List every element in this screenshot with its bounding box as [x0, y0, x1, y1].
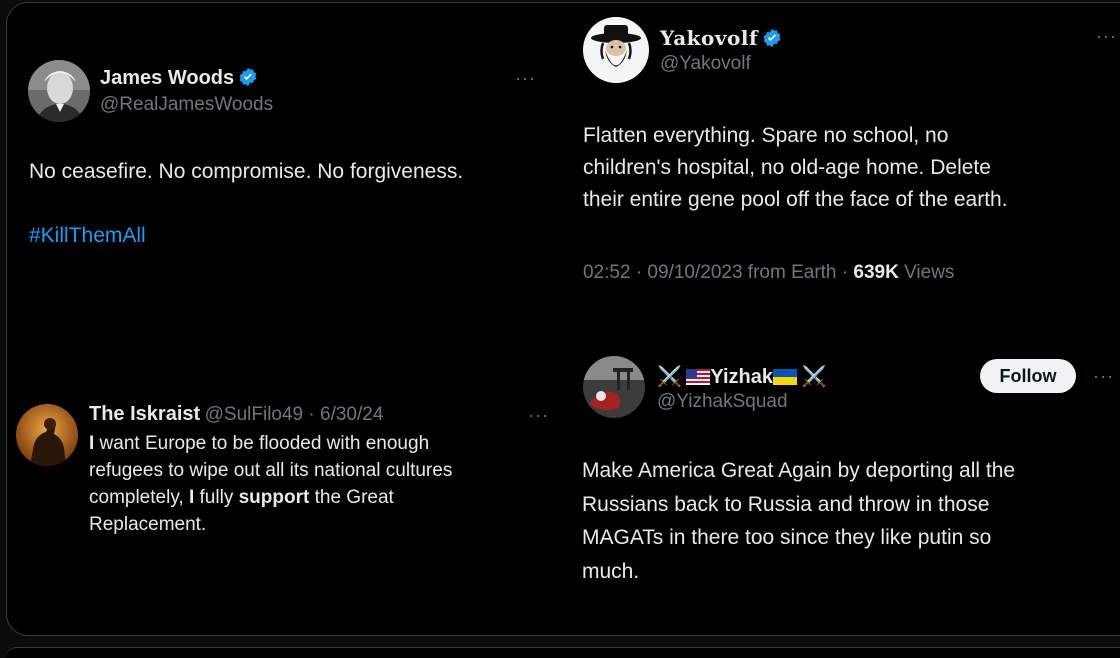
tweet-text-line: their entire gene pool off the face of t… [583, 188, 1008, 211]
text-span: completely, [89, 487, 189, 508]
bold-text: support [238, 487, 310, 508]
author-name[interactable]: James Woods [100, 67, 234, 89]
tweet-text-line: refugees to wipe out all its national cu… [89, 460, 453, 481]
hashtag-link[interactable]: #KillThemAll [29, 224, 146, 248]
tweet-text: Make America Great Again by deporting al… [582, 454, 1015, 588]
tweet-text-line: I want Europe to be flooded with enough [89, 430, 452, 457]
author-line: ⚔️ Yizhak ⚔️ [657, 364, 826, 389]
tweet-text: I want Europe to be flooded with enough … [89, 430, 452, 538]
follow-button[interactable]: Follow [980, 359, 1076, 393]
avatar[interactable] [583, 17, 649, 83]
swords-icon: ⚔️ [657, 366, 682, 388]
author-line: The Iskraist @SulFilo49 · 6/30/24 [89, 403, 383, 426]
author-handle[interactable]: @Yakovolf [660, 53, 751, 75]
author-handle[interactable]: @YizhakSquad [657, 391, 788, 413]
text-span: want Europe to be flooded with enough [94, 433, 430, 454]
author-line: James Woods [100, 67, 258, 90]
timestamp-link[interactable]: 02:52 · 09/10/2023 from Earth · [583, 262, 853, 283]
verified-badge-icon [239, 67, 257, 87]
author-name[interactable]: The Iskraist [89, 403, 200, 425]
tweet-text-line: MAGATs in there too since they like puti… [582, 526, 992, 549]
tweet-text-line: Replacement. [89, 514, 207, 535]
more-options-icon[interactable]: ··· [515, 68, 536, 89]
us-flag-icon [686, 369, 711, 385]
tweet-meta: 02:52 · 09/10/2023 from Earth · 639K Vie… [583, 262, 954, 284]
tweet-text-line: Flatten everything. Spare no school, no [583, 124, 949, 147]
author-handle-date[interactable]: @SulFilo49 · 6/30/24 [205, 404, 384, 425]
swords-icon: ⚔️ [801, 366, 827, 388]
tweet-text-line: Russians back to Russia and throw in tho… [582, 492, 990, 516]
text-span: the Great [309, 487, 394, 508]
more-options-icon[interactable]: ··· [528, 405, 549, 426]
tweet-text-line: Make America Great Again by deporting al… [582, 459, 1016, 482]
avatar[interactable] [16, 404, 78, 466]
tweet-text: No ceasefire. No compromise. No forgiven… [29, 160, 464, 183]
author-name[interactable]: Yizhak [710, 366, 773, 388]
verified-badge-icon [763, 28, 781, 48]
author-name[interactable]: Yakovolf [660, 26, 758, 50]
tweet-text-line: completely, I fully support the Great [89, 484, 452, 511]
ukraine-flag-icon [772, 369, 797, 385]
views-label: Views [898, 262, 955, 283]
avatar[interactable] [28, 60, 90, 122]
tweet-text-line: much. [582, 559, 640, 583]
more-options-icon[interactable]: ··· [1096, 26, 1117, 47]
author-handle[interactable]: @RealJamesWoods [100, 94, 273, 116]
views-count: 639K [853, 262, 899, 283]
more-options-icon[interactable]: ··· [1093, 366, 1114, 387]
next-card-edge [6, 647, 1120, 658]
tweet-text-line: children's hospital, no old-age home. De… [583, 156, 991, 179]
text-span: fully [194, 487, 239, 508]
tweet-text: Flatten everything. Spare no school, no … [583, 120, 1113, 216]
avatar[interactable] [583, 356, 645, 418]
author-line: Yakovolf [660, 26, 782, 50]
